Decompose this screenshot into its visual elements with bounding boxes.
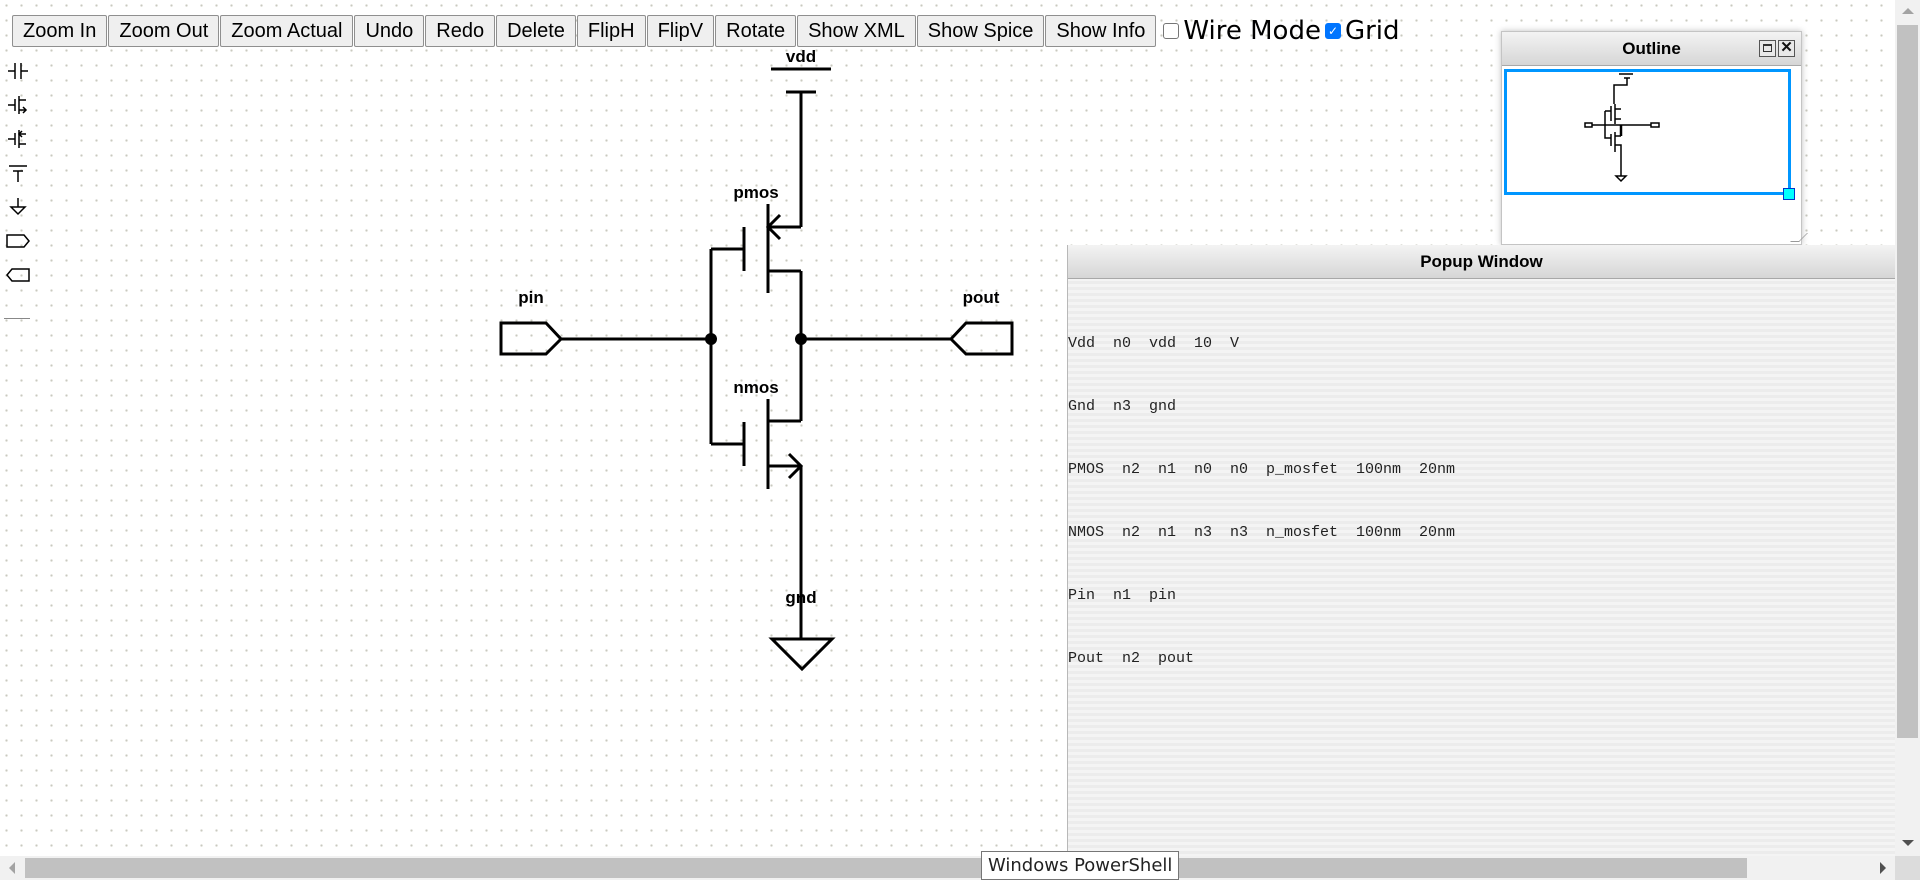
- palette-divider: [4, 318, 30, 319]
- grid-label: Grid: [1344, 16, 1400, 46]
- show-spice-button[interactable]: Show Spice: [916, 15, 1045, 47]
- pmos-label: pmos: [733, 183, 778, 202]
- vdd-label: vdd: [786, 47, 816, 66]
- outline-title: Outline: [1622, 39, 1681, 58]
- scrollbar-corner: [1895, 856, 1920, 880]
- zoom-actual-button[interactable]: Zoom Actual: [220, 15, 354, 47]
- junction-dot-drain: [795, 333, 807, 345]
- output-pin-symbol[interactable]: [948, 321, 1014, 356]
- popup-window: Popup Window Vdd n0 vdd 10 V Gnd n3 gnd …: [1067, 245, 1895, 856]
- netlist-line: Vdd n0 vdd 10 V: [1068, 335, 1240, 352]
- netlist-line: Gnd n3 gnd: [1068, 398, 1177, 415]
- horizontal-scrollbar[interactable]: [0, 856, 1895, 880]
- output-pin-icon[interactable]: [4, 258, 32, 292]
- zoom-out-button[interactable]: Zoom Out: [108, 15, 220, 47]
- fliph-button[interactable]: FlipH: [576, 15, 646, 47]
- toolbar: Zoom In Zoom Out Zoom Actual Undo Redo D…: [12, 15, 1400, 47]
- undo-button[interactable]: Undo: [354, 15, 425, 47]
- close-icon[interactable]: ✕: [1778, 40, 1795, 57]
- horizontal-scroll-thumb[interactable]: [25, 858, 1747, 878]
- wire-mode-toggle[interactable]: Wire Mode: [1163, 17, 1321, 45]
- scroll-left-arrow-icon[interactable]: [9, 862, 15, 874]
- zoom-in-button[interactable]: Zoom In: [12, 15, 108, 47]
- wire-mode-checkbox[interactable]: [1163, 23, 1180, 39]
- vertical-scroll-thumb[interactable]: [1897, 25, 1918, 738]
- vertical-scrollbar[interactable]: [1895, 0, 1920, 856]
- component-palette: [4, 42, 34, 292]
- spice-netlist[interactable]: Vdd n0 vdd 10 V Gnd n3 gnd PMOS n2 n1 n0…: [1068, 279, 1895, 711]
- outline-viewport[interactable]: [1504, 69, 1791, 195]
- netlist-line: PMOS n2 n1 n0 n0 p_mosfet 100nm 20nm: [1068, 461, 1456, 478]
- delete-button[interactable]: Delete: [496, 15, 576, 47]
- scroll-up-arrow-icon[interactable]: [1902, 8, 1914, 14]
- pmos-transistor[interactable]: [711, 204, 801, 293]
- outline-title-bar[interactable]: Outline ✕: [1502, 32, 1801, 66]
- vdd-symbol[interactable]: [771, 67, 831, 94]
- flipv-button[interactable]: FlipV: [646, 15, 715, 47]
- nmos-label: nmos: [733, 378, 778, 397]
- pout-label: pout: [963, 288, 1000, 307]
- grid-toggle[interactable]: ✓ Grid: [1324, 16, 1400, 46]
- popup-title: Popup Window: [1420, 252, 1543, 271]
- ground-icon[interactable]: [4, 190, 32, 224]
- pmos-icon[interactable]: [4, 122, 32, 156]
- gnd-label: gnd: [785, 588, 816, 607]
- grid-checkbox[interactable]: ✓: [1324, 23, 1341, 39]
- netlist-line: Pin n1 pin: [1068, 587, 1177, 604]
- taskbar-tooltip: Windows PowerShell: [981, 851, 1180, 880]
- nmos-transistor[interactable]: [711, 399, 804, 489]
- schematic-drawing[interactable]: vdd pmos nmos gnd pin pout: [0, 0, 1060, 720]
- junction-dot-gate: [705, 333, 717, 345]
- nmos-icon[interactable]: [4, 88, 32, 122]
- redo-button[interactable]: Redo: [425, 15, 496, 47]
- scroll-right-arrow-icon[interactable]: [1880, 862, 1886, 874]
- outline-window: Outline ✕: [1501, 31, 1808, 245]
- popup-title-bar[interactable]: Popup Window: [1068, 245, 1895, 279]
- ground-symbol[interactable]: [768, 637, 836, 672]
- maximize-icon[interactable]: [1759, 40, 1776, 57]
- netlist-line: NMOS n2 n1 n3 n3 n_mosfet 100nm 20nm: [1068, 524, 1456, 541]
- wire-mode-label: Wire Mode: [1183, 16, 1321, 46]
- rotate-button[interactable]: Rotate: [715, 15, 797, 47]
- capacitor-icon[interactable]: [4, 54, 32, 88]
- outline-resize-handle[interactable]: [1783, 188, 1795, 200]
- show-xml-button[interactable]: Show XML: [797, 15, 916, 47]
- netlist-line: Pout n2 pout: [1068, 650, 1195, 667]
- input-pin-icon[interactable]: [4, 224, 32, 258]
- scroll-down-arrow-icon[interactable]: [1902, 840, 1914, 846]
- input-pin-symbol[interactable]: [499, 321, 564, 356]
- pin-label: pin: [518, 288, 544, 307]
- vdd-icon[interactable]: [4, 156, 32, 190]
- show-info-button[interactable]: Show Info: [1045, 15, 1157, 47]
